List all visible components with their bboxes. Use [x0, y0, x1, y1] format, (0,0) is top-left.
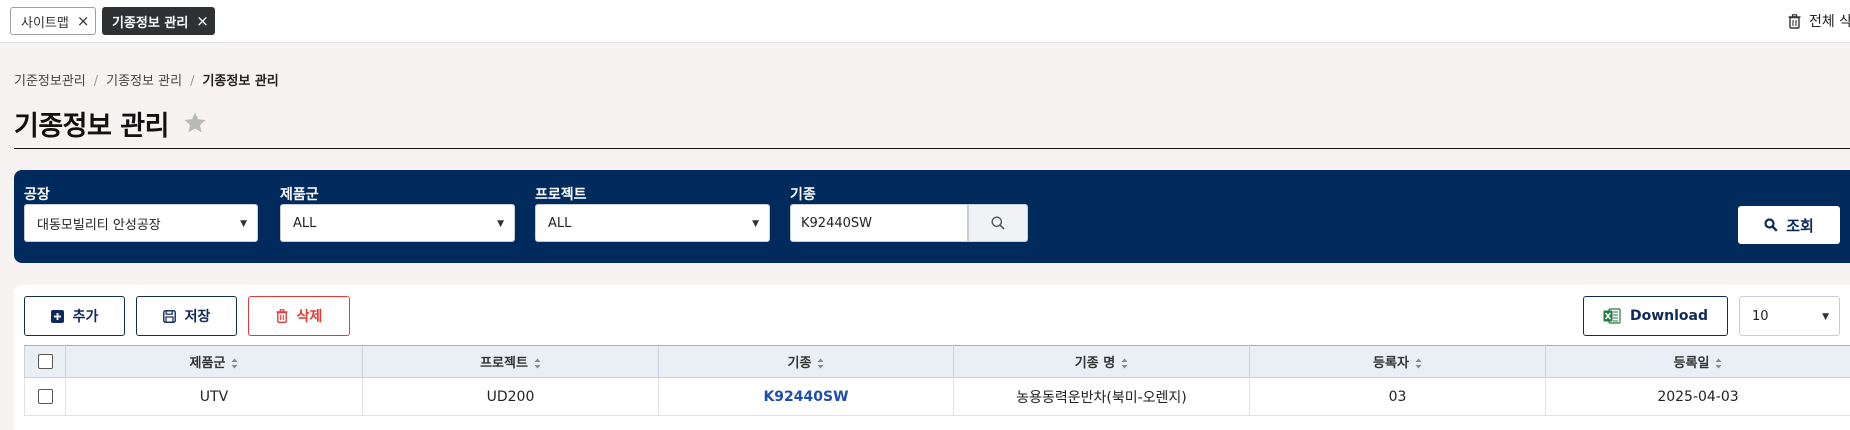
column-header-label: 등록일	[1673, 356, 1710, 371]
search-icon	[1764, 218, 1778, 232]
search-icon	[991, 216, 1005, 230]
caret-down-icon: ▼	[240, 219, 247, 229]
model-table: 제품군 프로젝트 기종 기종 명 등록자 등록일 UTV UD200 K9244…	[24, 345, 1850, 416]
cell-registrant: 03	[1249, 377, 1546, 416]
results-card: 추가 저장 삭제 Download 10 ▼ 제품군 프로젝트 기종 기종 명 …	[14, 285, 1850, 430]
model-search-button[interactable]	[968, 204, 1028, 242]
model-label: 기종	[790, 187, 816, 203]
sort-icon[interactable]	[1715, 358, 1722, 369]
project-select[interactable]: ALL ▼	[535, 204, 770, 242]
breadcrumb-separator: /	[93, 74, 99, 89]
column-header-label: 기종	[787, 356, 812, 371]
column-header-label: 프로젝트	[480, 356, 528, 371]
delete-all-button[interactable]: 전체 삭제	[1788, 11, 1850, 31]
column-header[interactable]: 프로젝트	[362, 345, 659, 378]
tab-bar: 사이트맵 × 기종정보 관리 × 전체 삭제	[0, 0, 1850, 43]
add-button[interactable]: 추가	[24, 296, 125, 336]
delete-button[interactable]: 삭제	[248, 296, 350, 336]
cell-model-name: 농용동력운반차(북미-오렌지)	[953, 377, 1250, 416]
download-button[interactable]: Download	[1583, 296, 1728, 336]
model-link[interactable]: K92440SW	[763, 389, 848, 405]
query-button-label: 조회	[1786, 216, 1814, 235]
caret-down-icon: ▼	[1822, 312, 1829, 322]
row-checkbox[interactable]	[37, 389, 53, 404]
sort-icon[interactable]	[534, 358, 541, 369]
product-group-select[interactable]: ALL ▼	[280, 204, 515, 242]
sort-icon[interactable]	[1415, 358, 1422, 369]
factory-select[interactable]: 대동모빌리티 안성공장 ▼	[24, 204, 258, 242]
sort-icon[interactable]	[817, 358, 824, 369]
close-icon[interactable]: ×	[77, 13, 90, 29]
breadcrumb: 기준정보관리 / 기종정보 관리 / 기종정보 관리	[14, 70, 279, 89]
tab-label: 기종정보 관리	[112, 15, 189, 31]
row-select-cell	[24, 377, 66, 416]
breadcrumb-item[interactable]: 기준정보관리	[14, 74, 86, 89]
cell-product-group: UTV	[65, 377, 363, 416]
project-label: 프로젝트	[535, 187, 587, 203]
project-select-value: ALL	[548, 215, 572, 231]
excel-icon	[1603, 308, 1621, 324]
product-group-select-value: ALL	[293, 215, 317, 231]
column-header[interactable]: 등록자	[1249, 345, 1546, 378]
add-button-label: 추가	[72, 309, 99, 325]
page-size-select[interactable]: 10 ▼	[1739, 296, 1840, 336]
select-all-cell	[24, 345, 66, 378]
page-title: 기종정보 관리	[14, 111, 169, 142]
plus-square-icon	[50, 309, 64, 323]
trash-icon	[276, 309, 288, 323]
save-button[interactable]: 저장	[136, 296, 237, 336]
save-button-label: 저장	[184, 309, 211, 325]
cell-model: K92440SW	[658, 377, 954, 416]
factory-select-value: 대동모빌리티 안성공장	[37, 217, 161, 233]
breadcrumb-item[interactable]: 기종정보 관리	[106, 74, 182, 89]
floppy-icon	[162, 309, 176, 323]
page-size-value: 10	[1752, 308, 1769, 324]
caret-down-icon: ▼	[497, 219, 504, 229]
column-header[interactable]: 기종	[658, 345, 954, 378]
cell-registered-date: 2025-04-03	[1545, 377, 1850, 416]
close-icon[interactable]: ×	[196, 13, 209, 29]
tab-label: 사이트맵	[21, 15, 69, 31]
table-header-row: 제품군 프로젝트 기종 기종 명 등록자 등록일	[24, 345, 1850, 378]
column-header[interactable]: 제품군	[65, 345, 363, 378]
column-header-label: 등록자	[1373, 356, 1409, 371]
query-button[interactable]: 조회	[1738, 206, 1840, 244]
model-input[interactable]	[790, 204, 968, 242]
product-group-label: 제품군	[280, 187, 319, 203]
delete-button-label: 삭제	[296, 309, 323, 325]
sort-icon[interactable]	[231, 358, 238, 369]
breadcrumb-separator: /	[190, 74, 195, 89]
column-header[interactable]: 기종 명	[953, 345, 1250, 378]
search-panel: 공장 대동모빌리티 안성공장 ▼ 제품군 ALL ▼ 프로젝트 ALL ▼ 기종…	[14, 170, 1850, 263]
select-all-checkbox[interactable]	[37, 354, 53, 369]
tab-sitemap[interactable]: 사이트맵 ×	[10, 7, 96, 35]
factory-label: 공장	[24, 187, 50, 203]
sort-icon[interactable]	[1121, 358, 1128, 369]
caret-down-icon: ▼	[752, 219, 759, 229]
star-icon[interactable]	[182, 110, 208, 136]
column-header-label: 제품군	[189, 356, 226, 371]
table-row[interactable]: UTV UD200 K92440SW 농용동력운반차(북미-오렌지) 03 20…	[24, 377, 1850, 416]
title-divider	[14, 148, 1850, 149]
delete-all-label: 전체 삭제	[1809, 14, 1850, 30]
breadcrumb-current: 기종정보 관리	[202, 74, 279, 89]
column-header[interactable]: 등록일	[1545, 345, 1850, 378]
trash-icon	[1788, 13, 1801, 29]
download-button-label: Download	[1629, 308, 1709, 324]
cell-project: UD200	[362, 377, 659, 416]
tab-model-info[interactable]: 기종정보 관리 ×	[102, 7, 215, 35]
column-header-label: 기종 명	[1074, 356, 1116, 371]
